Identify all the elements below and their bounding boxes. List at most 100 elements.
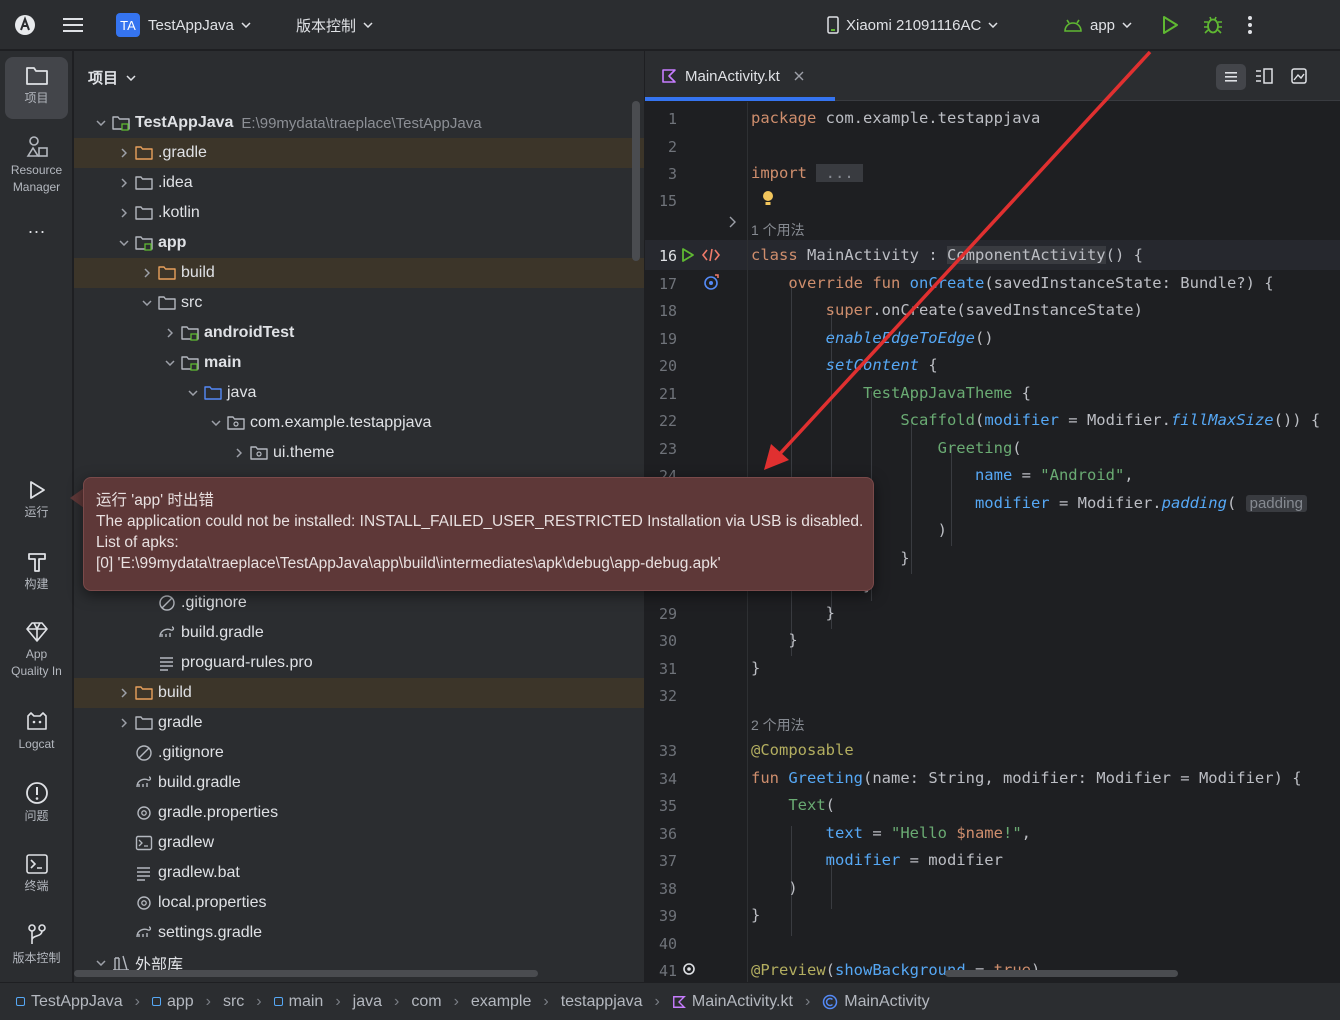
code-view-button[interactable]	[1216, 64, 1246, 90]
tree-row[interactable]: .gradle	[74, 138, 644, 168]
code-line[interactable]: Text(	[751, 796, 835, 814]
tree-row[interactable]: proguard-rules.pro	[74, 648, 644, 678]
tool-resource-manager[interactable]: Resource Manager	[0, 135, 73, 196]
run-error-popup[interactable]: 运行 'app' 时出错 The application could not b…	[83, 477, 874, 591]
breadcrumb-item[interactable]: main	[273, 993, 323, 1011]
expand-chevron-right-icon[interactable]	[136, 265, 158, 281]
project-selector[interactable]: TA TestAppJava	[116, 0, 251, 50]
line-number[interactable]: 20	[645, 357, 677, 375]
code-line[interactable]: import ...	[751, 164, 864, 182]
code-line[interactable]: Scaffold(modifier = Modifier.fillMaxSize…	[751, 411, 1320, 429]
line-number[interactable]: 31	[645, 660, 677, 678]
breadcrumb-item[interactable]: MainActivity	[822, 993, 930, 1011]
code-line[interactable]: text = "Hello $name!",	[751, 824, 1031, 842]
breadcrumb-item[interactable]: src	[223, 993, 244, 1011]
line-number[interactable]: 18	[645, 302, 677, 320]
breadcrumb-item[interactable]: example	[471, 993, 531, 1011]
tree-row[interactable]: src	[74, 288, 644, 318]
expand-chevron-down-icon[interactable]	[90, 955, 112, 971]
code-line[interactable]: enableEdgeToEdge()	[751, 329, 994, 347]
vertical-scrollbar[interactable]	[632, 101, 640, 261]
design-view-button[interactable]	[1291, 68, 1307, 89]
line-number[interactable]: 19	[645, 330, 677, 348]
tree-row[interactable]: TestAppJava E:\99mydata\traeplace\TestApp…	[74, 108, 644, 138]
breadcrumb-item[interactable]: MainActivity.kt	[672, 993, 793, 1011]
tree-row[interactable]: com.example.testappjava	[74, 408, 644, 438]
tool-run[interactable]: 运行	[0, 479, 73, 521]
expand-chevron-right-icon[interactable]	[113, 715, 135, 731]
close-icon[interactable]	[794, 71, 804, 81]
tree-row[interactable]: .gitignore	[74, 738, 644, 768]
tool-app-quality[interactable]: App Quality In	[0, 621, 73, 680]
line-number[interactable]: 34	[645, 770, 677, 788]
line-number[interactable]: 22	[645, 412, 677, 430]
tree-row[interactable]: .idea	[74, 168, 644, 198]
tool-terminal[interactable]: 终端	[0, 853, 73, 895]
line-number[interactable]: 37	[645, 852, 677, 870]
tab-mainactivity[interactable]: MainActivity.kt	[645, 51, 835, 101]
tree-row[interactable]: build.gradle	[74, 768, 644, 798]
tree-row[interactable]: build.gradle	[74, 618, 644, 648]
tool-build[interactable]: 构建	[0, 551, 73, 593]
debug-button[interactable]	[1202, 0, 1224, 50]
more-tools-icon[interactable]: ···	[0, 222, 73, 240]
code-line[interactable]: fun Greeting(name: String, modifier: Mod…	[751, 769, 1302, 787]
expand-chevron-down-icon[interactable]	[90, 115, 112, 131]
expand-chevron-right-icon[interactable]	[113, 205, 135, 221]
expand-chevron-down-icon[interactable]	[136, 295, 158, 311]
run-gutter-icon[interactable]	[681, 247, 695, 263]
code-line[interactable]: super.onCreate(savedInstanceState)	[751, 301, 1143, 319]
line-number[interactable]: 1	[645, 110, 677, 128]
fold-chevron-icon[interactable]	[729, 216, 737, 228]
project-view-selector[interactable]: 项目	[88, 67, 136, 88]
expand-chevron-down-icon[interactable]	[113, 235, 135, 251]
line-number[interactable]: 16	[645, 247, 677, 265]
code-line[interactable]: }	[751, 659, 760, 677]
settings-gear-icon[interactable]	[681, 961, 697, 977]
line-number[interactable]: 33	[645, 742, 677, 760]
run-config-selector[interactable]: app	[1062, 0, 1132, 50]
tree-row[interactable]: .gitignore	[74, 588, 644, 618]
tree-row[interactable]: androidTest	[74, 318, 644, 348]
line-number[interactable]: 3	[645, 165, 677, 183]
expand-chevron-right-icon[interactable]	[159, 325, 181, 341]
code-line[interactable]: modifier = modifier	[751, 851, 1003, 869]
split-view-button[interactable]	[1255, 68, 1273, 89]
expand-chevron-right-icon[interactable]	[113, 685, 135, 701]
main-menu-icon[interactable]	[62, 0, 84, 50]
horizontal-scrollbar[interactable]	[74, 970, 538, 977]
code-line[interactable]: @Composable	[751, 741, 854, 759]
line-number[interactable]: 38	[645, 880, 677, 898]
usages-hint[interactable]: 2 个用法	[751, 715, 805, 735]
line-number[interactable]: 17	[645, 275, 677, 293]
line-number[interactable]: 29	[645, 605, 677, 623]
expand-chevron-right-icon[interactable]	[113, 175, 135, 191]
tree-row[interactable]: local.properties	[74, 888, 644, 918]
tree-row[interactable]: build	[74, 258, 644, 288]
tree-row[interactable]: build	[74, 678, 644, 708]
code-line[interactable]: override fun onCreate(savedInstanceState…	[751, 274, 1273, 292]
line-number[interactable]: 2	[645, 138, 677, 156]
code-icon[interactable]	[701, 247, 721, 263]
code-line[interactable]: )	[751, 879, 797, 897]
usages-hint[interactable]: 1 个用法	[751, 220, 805, 240]
line-number[interactable]: 40	[645, 935, 677, 953]
tree-row[interactable]: gradle.properties	[74, 798, 644, 828]
tree-row[interactable]: ui.theme	[74, 438, 644, 468]
tree-row[interactable]: gradle	[74, 708, 644, 738]
line-number[interactable]: 23	[645, 440, 677, 458]
tool-vcs[interactable]: 版本控制	[0, 923, 73, 967]
expand-chevron-down-icon[interactable]	[159, 355, 181, 371]
breadcrumb-item[interactable]: testappjava	[561, 993, 643, 1011]
override-icon[interactable]	[703, 273, 721, 291]
code-line[interactable]: class MainActivity : ComponentActivity()…	[751, 246, 1143, 264]
line-number[interactable]: 41	[645, 962, 677, 980]
tree-row[interactable]: gradlew.bat	[74, 858, 644, 888]
tree-row[interactable]: gradlew	[74, 828, 644, 858]
code-line[interactable]: Greeting(	[751, 439, 1022, 457]
vcs-menu[interactable]: 版本控制	[296, 0, 373, 50]
expand-chevron-down-icon[interactable]	[205, 415, 227, 431]
expand-chevron-down-icon[interactable]	[182, 385, 204, 401]
code-line[interactable]: TestAppJavaTheme {	[751, 384, 1031, 402]
tool-problems[interactable]: 问题	[0, 781, 73, 825]
